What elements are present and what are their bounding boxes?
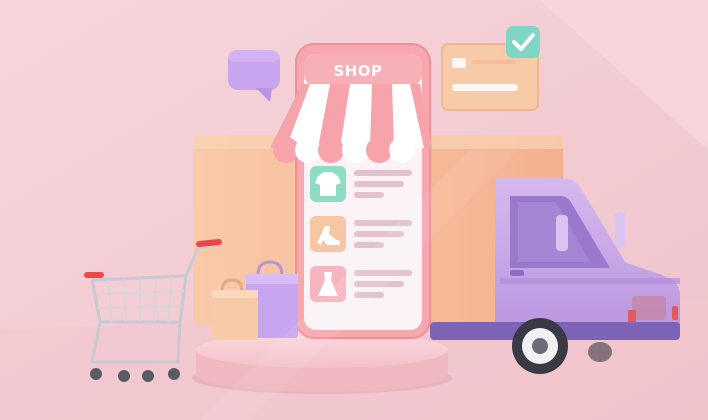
shop-sign: SHOP [333, 62, 383, 80]
online-shopping-illustration: SHOP [0, 0, 708, 420]
check-icon [506, 26, 540, 58]
